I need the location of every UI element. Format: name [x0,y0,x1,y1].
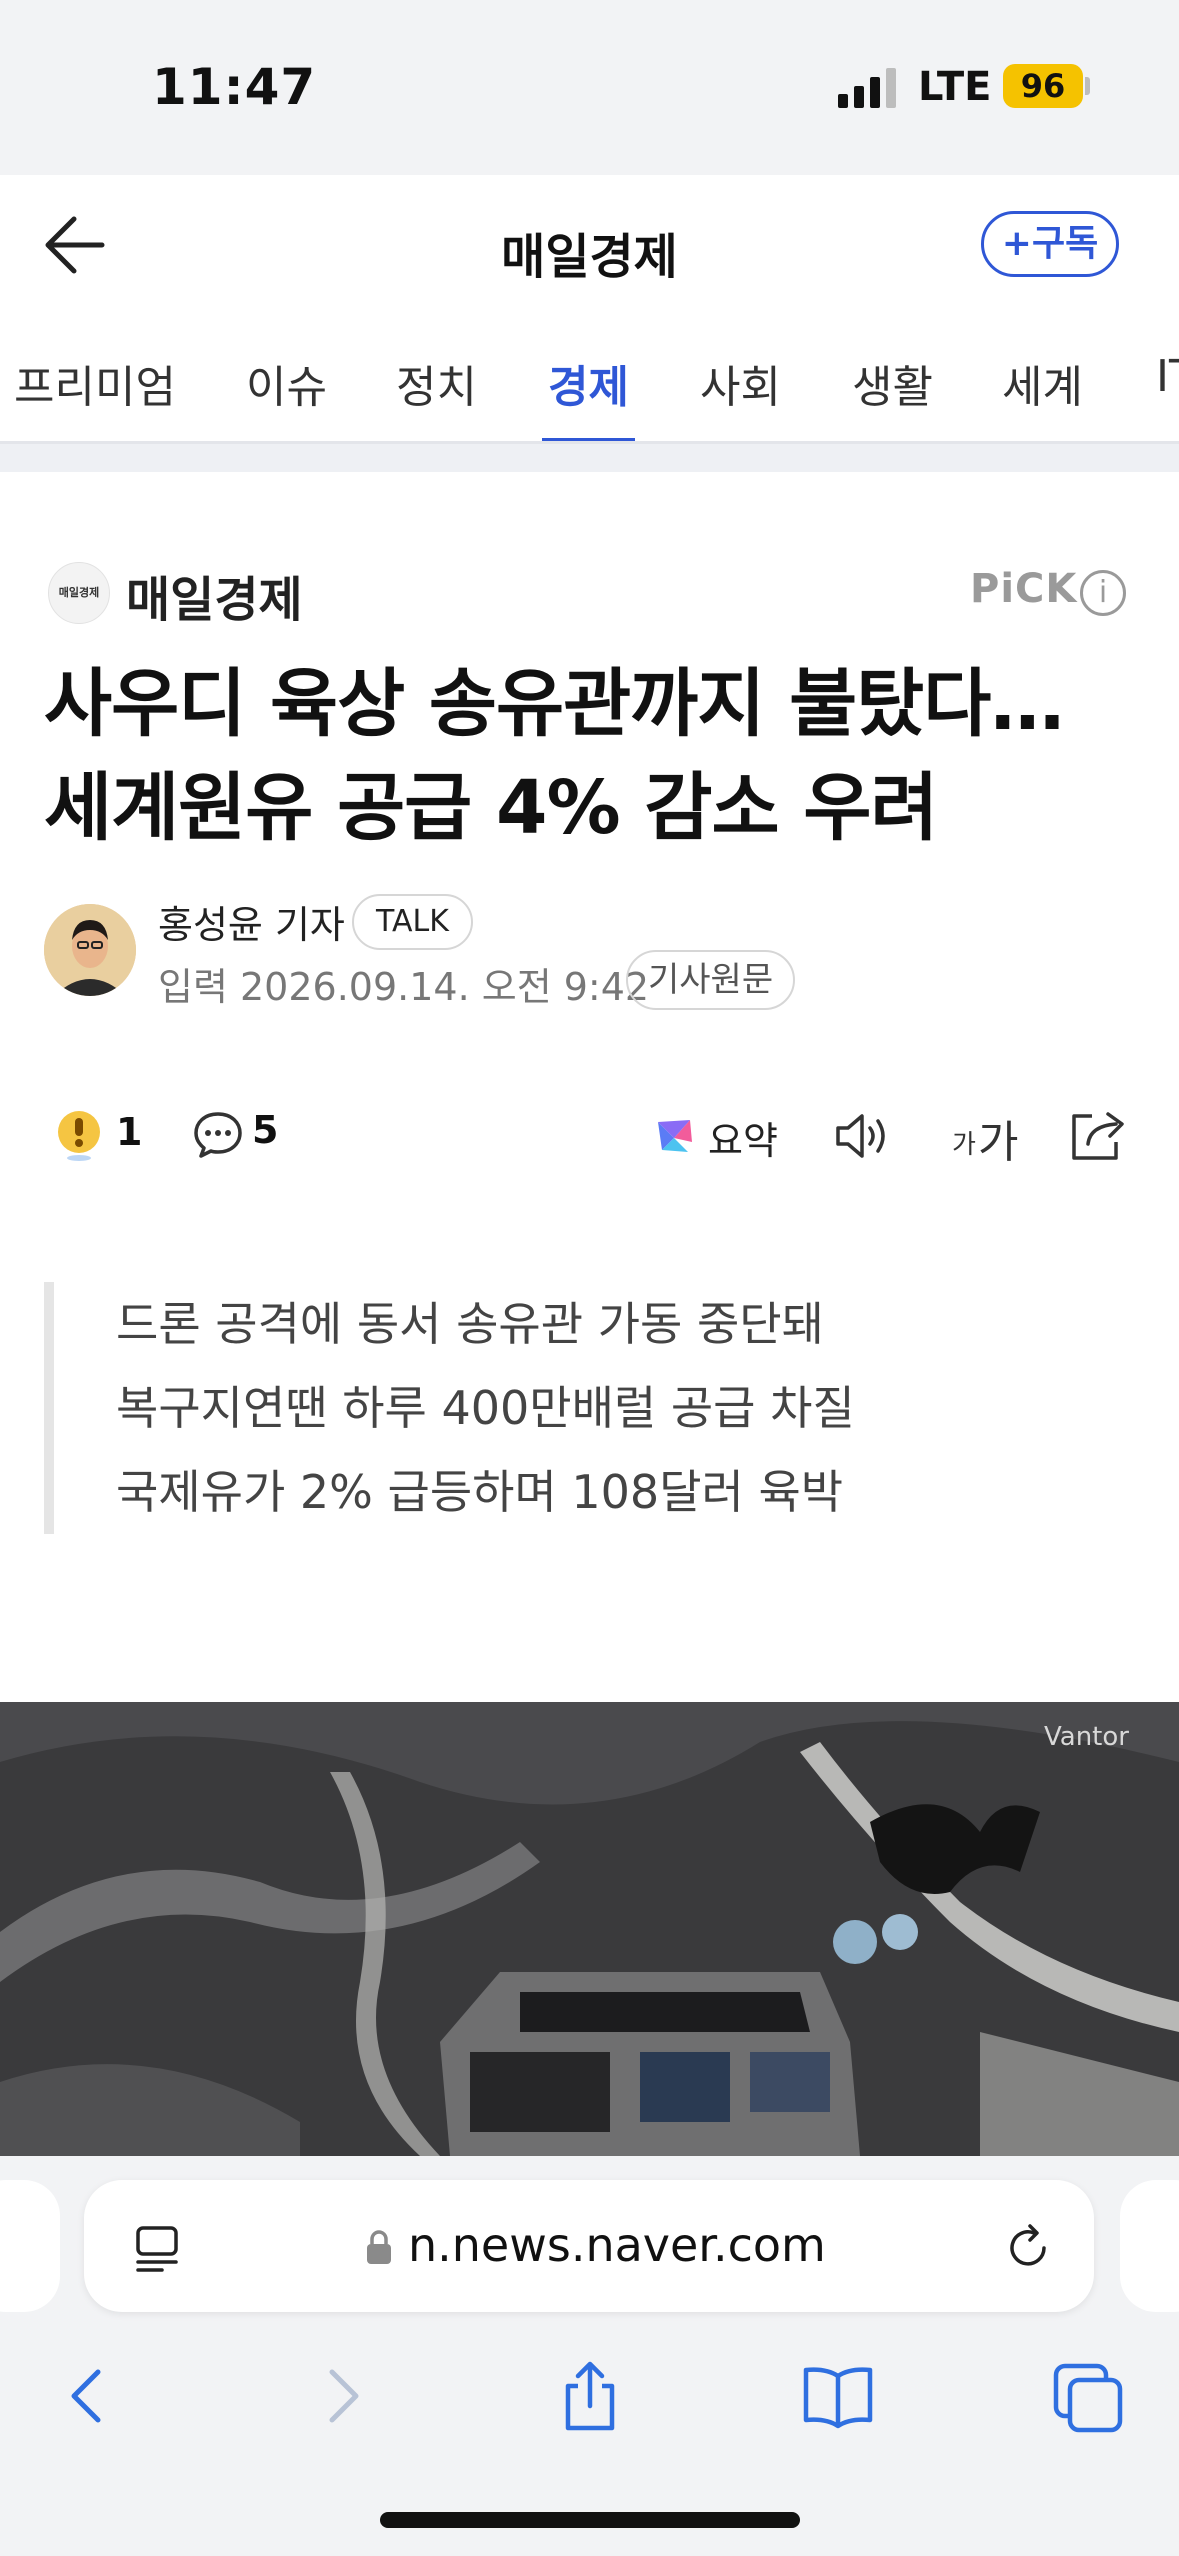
category-tabs: 프리미엄 이슈 정치 경제 사회 생활 세계 IT [0,317,1179,444]
browser-toolbar: n.news.naver.com [0,2156,1179,2556]
share-icon[interactable] [1068,1106,1130,1164]
subscribe-button[interactable]: +구독 [981,211,1119,277]
talk-button[interactable]: TALK [352,894,473,950]
summary-line: 드론 공격에 동서 송유관 가동 중단돼 [116,1297,824,1351]
info-icon[interactable]: i [1080,570,1126,616]
forward-icon[interactable] [302,2356,382,2436]
status-time: 11:47 [152,58,317,116]
tab-world[interactable]: 세계 [1002,351,1083,441]
published-date: 입력 2026.09.14. 오전 9:42 [158,965,650,1009]
tabs-icon[interactable] [1048,2356,1128,2436]
article-headline: 사우디 육상 송유관까지 불탔다… 세계원유 공급 4% 감소 우려 [44,652,1144,860]
home-indicator[interactable] [380,2512,800,2528]
reporter-avatar[interactable] [44,904,136,996]
tab-politics[interactable]: 정치 [396,351,477,441]
tab-issue[interactable]: 이슈 [246,351,327,441]
network-label: LTE [918,64,992,110]
status-bar: 11:47 LTE 96 [0,0,1179,175]
reload-icon[interactable] [1004,2222,1054,2274]
bookmarks-icon[interactable] [798,2356,878,2436]
article-summary: 드론 공격에 동서 송유관 가동 중단돼 복구지연땐 하루 400만배럴 공급 … [44,1282,1134,1534]
summary-button[interactable]: 요약 [708,1110,778,1165]
article-photo[interactable]: Vantor [0,1702,1179,2156]
battery-icon: 96 [1003,64,1083,108]
article-toolbar: 1 5 요약 가 가 [0,1100,1179,1180]
reader-mode-icon[interactable] [134,2224,180,2272]
speaker-icon[interactable] [832,1108,894,1164]
tab-premium[interactable]: 프리미엄 [14,351,176,441]
font-size-icon-small[interactable]: 가 [952,1124,976,1161]
back-icon[interactable] [48,2356,128,2436]
section-divider [0,444,1179,472]
url-text[interactable]: n.news.naver.com [408,2218,826,2272]
tab-society[interactable]: 사회 [700,351,781,441]
reaction-count: 1 [116,1110,143,1154]
lock-icon [367,2230,391,2264]
article-body: 매일경제 매일경제 PiCK i 사우디 육상 송유관까지 불탔다… 세계원유 … [0,472,1179,1702]
reaction-icon[interactable] [54,1108,104,1162]
summary-line: 국제유가 2% 급등하며 108달러 육박 [116,1465,844,1519]
summary-line: 복구지연땐 하루 400만배럴 공급 차질 [116,1381,855,1435]
address-bar[interactable]: n.news.naver.com [84,2180,1094,2312]
headline-line: 사우디 육상 송유관까지 불탔다… [44,661,1064,747]
photo-credit: Vantor [1044,1722,1129,1752]
battery-cap [1085,77,1090,95]
press-name[interactable]: 매일경제 [126,560,303,630]
ai-summary-icon[interactable] [652,1112,698,1158]
comment-icon[interactable] [192,1110,244,1160]
tab-life[interactable]: 생활 [852,351,933,441]
original-article-button[interactable]: 기사원문 [626,950,796,1010]
previous-tab-peek[interactable] [0,2180,60,2312]
tab-it[interactable]: IT [1156,351,1179,441]
font-size-icon-large[interactable]: 가 [978,1106,1018,1170]
reporter-name[interactable]: 홍성윤 기자 [158,894,345,949]
headline-line: 세계원유 공급 4% 감소 우려 [44,765,938,851]
satellite-image [0,1702,1179,2156]
comment-count: 5 [252,1108,279,1152]
signal-icon [838,68,896,108]
share-sheet-icon[interactable] [550,2356,630,2436]
tab-economy[interactable]: 경제 [542,351,635,441]
article-header: 매일경제 +구독 [0,175,1179,317]
press-logo[interactable]: 매일경제 [48,562,110,624]
next-tab-peek[interactable] [1120,2180,1179,2312]
pick-badge: PiCK [970,566,1078,612]
